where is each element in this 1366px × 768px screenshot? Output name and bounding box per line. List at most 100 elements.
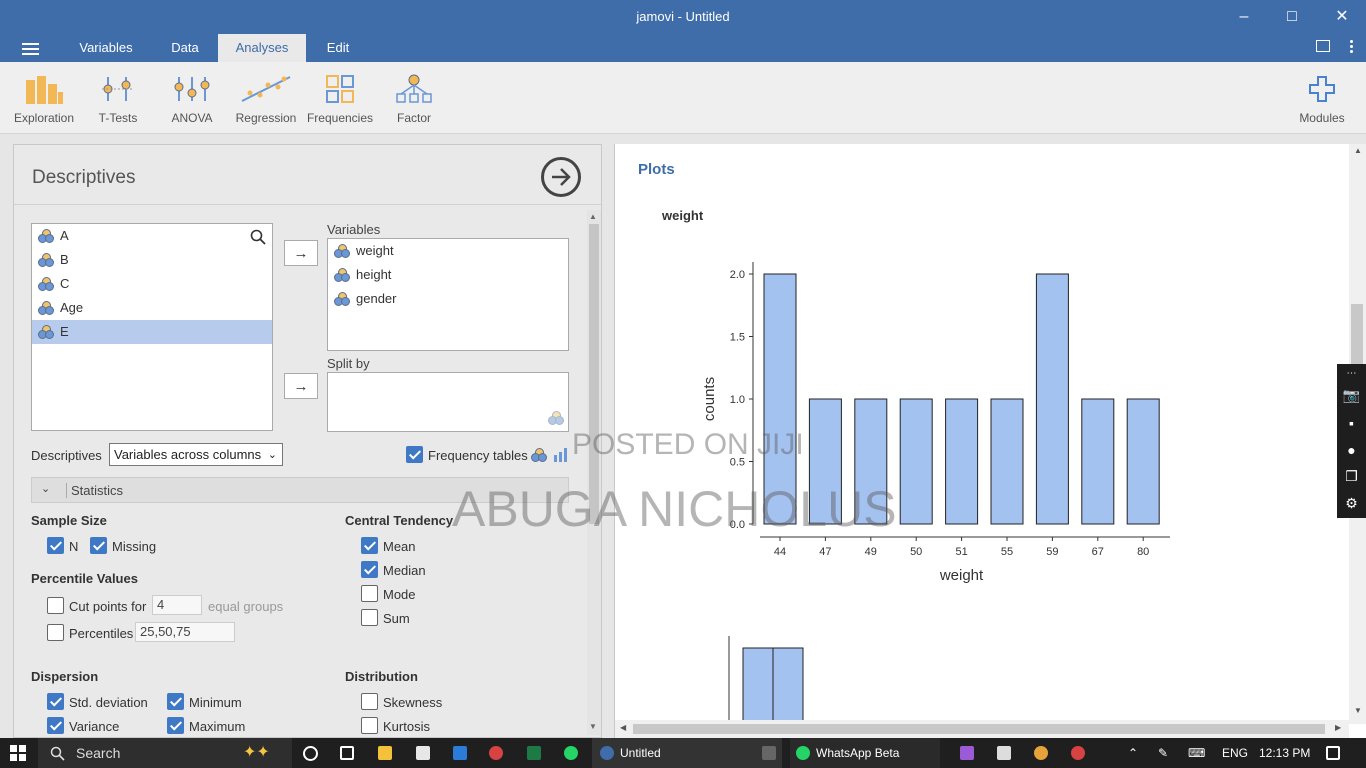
camera-icon[interactable]: 📷 bbox=[1337, 382, 1366, 409]
std-deviation-checkbox[interactable] bbox=[47, 693, 64, 710]
app-icon[interactable] bbox=[453, 738, 467, 768]
windows-icon[interactable]: ❐ bbox=[1337, 463, 1366, 490]
anova-button[interactable]: ANOVA bbox=[157, 72, 227, 125]
list-item-weight[interactable]: weight bbox=[328, 239, 568, 263]
mean-checkbox[interactable] bbox=[361, 537, 378, 554]
taskbar-app-whatsapp[interactable]: WhatsApp Beta bbox=[790, 738, 940, 768]
more-options-icon[interactable] bbox=[1350, 40, 1354, 56]
move-to-variables-button[interactable]: → bbox=[284, 240, 318, 266]
windows-taskbar: Search ✦✦ Untitled WhatsApp Beta ⌃ ✎ ⌨ E… bbox=[0, 738, 1366, 768]
move-to-splitby-button[interactable]: → bbox=[284, 373, 318, 399]
scrollbar-thumb[interactable] bbox=[589, 224, 599, 524]
video-icon[interactable]: ▪ bbox=[1337, 409, 1366, 436]
store-icon[interactable] bbox=[416, 738, 430, 768]
list-item-age[interactable]: Age bbox=[32, 296, 272, 320]
taskbar-search-box[interactable]: Search ✦✦ bbox=[38, 738, 292, 768]
results-horizontal-scrollbar[interactable]: ◀ ▶ bbox=[615, 720, 1349, 738]
cut-points-input[interactable]: 4 bbox=[152, 595, 202, 615]
variance-checkbox[interactable] bbox=[47, 717, 64, 734]
list-item-e[interactable]: E bbox=[32, 320, 272, 344]
factor-label: Factor bbox=[396, 111, 431, 125]
close-icon[interactable]: ✕ bbox=[1330, 6, 1354, 28]
task-view-icon[interactable] bbox=[303, 738, 318, 768]
y-tick-label: 2.0 bbox=[730, 269, 745, 281]
chevron-up-icon[interactable]: ⌃ bbox=[1128, 738, 1138, 768]
whatsapp-icon[interactable] bbox=[564, 738, 578, 768]
scroll-right-icon[interactable]: ▶ bbox=[1335, 723, 1341, 732]
scroll-down-icon[interactable]: ▼ bbox=[1354, 706, 1362, 715]
notifications-icon[interactable] bbox=[1326, 738, 1340, 768]
skewness-label: Skewness bbox=[383, 695, 443, 710]
factor-button[interactable]: Factor bbox=[379, 72, 449, 125]
more-options-icon[interactable]: ⋯ bbox=[1337, 364, 1366, 382]
scroll-down-icon[interactable]: ▼ bbox=[589, 722, 597, 731]
layout-select[interactable]: Variables across columns ⌄ bbox=[109, 443, 283, 466]
clock[interactable]: 12:13 PM bbox=[1259, 738, 1310, 768]
n-checkbox[interactable] bbox=[47, 537, 64, 554]
median-checkbox[interactable] bbox=[361, 561, 378, 578]
variable-name: Age bbox=[60, 300, 84, 315]
percentiles-checkbox[interactable] bbox=[47, 624, 64, 641]
frequency-tables-checkbox[interactable] bbox=[406, 446, 423, 463]
frequencies-button[interactable]: Frequencies bbox=[305, 72, 375, 125]
language-indicator[interactable]: ENG bbox=[1222, 738, 1248, 768]
tab-variables[interactable]: Variables bbox=[70, 34, 142, 62]
copilot-icon[interactable] bbox=[960, 738, 974, 768]
calculator-icon[interactable] bbox=[762, 738, 776, 768]
scrollbar-thumb[interactable] bbox=[1351, 304, 1363, 364]
splitby-target-list[interactable] bbox=[327, 372, 569, 432]
list-item-c[interactable]: C bbox=[32, 272, 272, 296]
scroll-up-icon[interactable]: ▲ bbox=[1354, 146, 1362, 155]
missing-checkbox[interactable] bbox=[90, 537, 107, 554]
scroll-left-icon[interactable]: ◀ bbox=[620, 723, 626, 732]
variables-target-list[interactable]: weight height gender bbox=[327, 238, 569, 351]
kurtosis-checkbox[interactable] bbox=[361, 717, 378, 734]
mode-toggle-icon[interactable] bbox=[1316, 40, 1330, 52]
windows-start-icon[interactable] bbox=[10, 738, 26, 768]
microphone-icon[interactable]: ● bbox=[1337, 436, 1366, 463]
source-variable-list[interactable]: A B C Age E bbox=[31, 223, 273, 431]
list-item-a[interactable]: A bbox=[32, 224, 272, 248]
equal-groups-label: equal groups bbox=[208, 599, 284, 614]
percentiles-input[interactable]: 25,50,75 bbox=[135, 622, 235, 642]
nominal-variable-icon bbox=[38, 277, 54, 291]
t-tests-button[interactable]: T-Tests bbox=[83, 72, 153, 125]
list-item-gender[interactable]: gender bbox=[328, 287, 568, 311]
tab-analyses[interactable]: Analyses bbox=[218, 34, 306, 62]
chrome-icon[interactable] bbox=[1071, 738, 1085, 768]
taskbar-app-jamovi[interactable]: Untitled bbox=[592, 738, 782, 768]
minimum-checkbox[interactable] bbox=[167, 693, 184, 710]
browser-icon[interactable] bbox=[1034, 738, 1048, 768]
tab-data[interactable]: Data bbox=[160, 34, 210, 62]
regression-button[interactable]: Regression bbox=[231, 72, 301, 125]
maximize-icon[interactable]: □ bbox=[1280, 6, 1304, 28]
cut-points-checkbox[interactable] bbox=[47, 597, 64, 614]
keyboard-icon[interactable]: ⌨ bbox=[1188, 738, 1205, 768]
list-item-height[interactable]: height bbox=[328, 263, 568, 287]
tab-edit[interactable]: Edit bbox=[318, 34, 358, 62]
statistics-section-header[interactable]: ⌄ Statistics bbox=[31, 477, 569, 503]
gear-icon[interactable]: ⚙ bbox=[1337, 490, 1366, 517]
mode-checkbox[interactable] bbox=[361, 585, 378, 602]
minimize-icon[interactable]: – bbox=[1232, 6, 1256, 28]
file-explorer-icon[interactable] bbox=[378, 738, 392, 768]
hamburger-menu-icon[interactable] bbox=[22, 43, 39, 55]
mode-label: Mode bbox=[383, 587, 416, 602]
list-item-b[interactable]: B bbox=[32, 248, 272, 272]
excel-icon[interactable] bbox=[527, 738, 541, 768]
options-scrollbar[interactable]: ▲ ▼ bbox=[587, 210, 601, 735]
scrollbar-thumb[interactable] bbox=[633, 724, 1325, 734]
skewness-checkbox[interactable] bbox=[361, 693, 378, 710]
search-label: Search bbox=[76, 745, 121, 761]
modules-button[interactable]: Modules bbox=[1287, 72, 1357, 125]
go-arrow-button[interactable] bbox=[541, 157, 581, 197]
chrome-app-icon[interactable] bbox=[489, 738, 503, 768]
sum-checkbox[interactable] bbox=[361, 609, 378, 626]
maximum-checkbox[interactable] bbox=[167, 717, 184, 734]
notepad-icon[interactable] bbox=[997, 738, 1011, 768]
median-label: Median bbox=[383, 563, 426, 578]
widgets-icon[interactable] bbox=[340, 738, 354, 768]
exploration-button[interactable]: Exploration bbox=[9, 72, 79, 125]
pen-icon[interactable]: ✎ bbox=[1158, 738, 1168, 768]
scroll-up-icon[interactable]: ▲ bbox=[589, 212, 597, 221]
